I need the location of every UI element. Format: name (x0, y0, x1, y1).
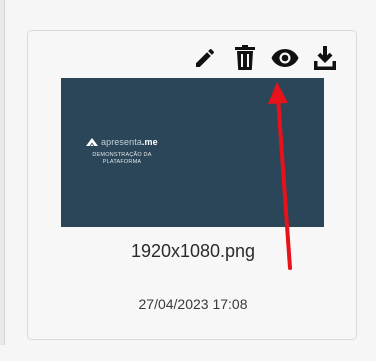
trash-icon (235, 45, 255, 70)
pencil-icon (196, 48, 215, 67)
page: apresenta.me DEMONSTRAÇÃO DA PLATAFORMA … (0, 0, 376, 361)
download-icon (314, 46, 336, 70)
thumbnail-caption: DEMONSTRAÇÃO DA PLATAFORMA (81, 152, 163, 166)
thumbnail-logo: apresenta.me (85, 137, 158, 147)
logo-text: apresenta.me (101, 137, 158, 147)
file-timestamp: 27/04/2023 17:08 (138, 296, 248, 312)
file-card-toolbar (191, 41, 339, 75)
thumbnail-caption-line-1: DEMONSTRAÇÃO DA (92, 152, 152, 158)
eye-icon (271, 49, 299, 67)
preview-button[interactable] (271, 41, 299, 75)
file-card: apresenta.me DEMONSTRAÇÃO DA PLATAFORMA … (27, 30, 357, 340)
image-thumbnail[interactable]: apresenta.me DEMONSTRAÇÃO DA PLATAFORMA (61, 78, 324, 227)
download-button[interactable] (311, 41, 339, 75)
edit-button[interactable] (191, 41, 219, 75)
thumbnail-caption-line-2: PLATAFORMA (102, 159, 142, 165)
left-panel-edge (0, 0, 5, 345)
delete-button[interactable] (231, 41, 259, 75)
logo-mark-icon (86, 138, 98, 146)
file-name: 1920x1080.png (130, 241, 256, 261)
